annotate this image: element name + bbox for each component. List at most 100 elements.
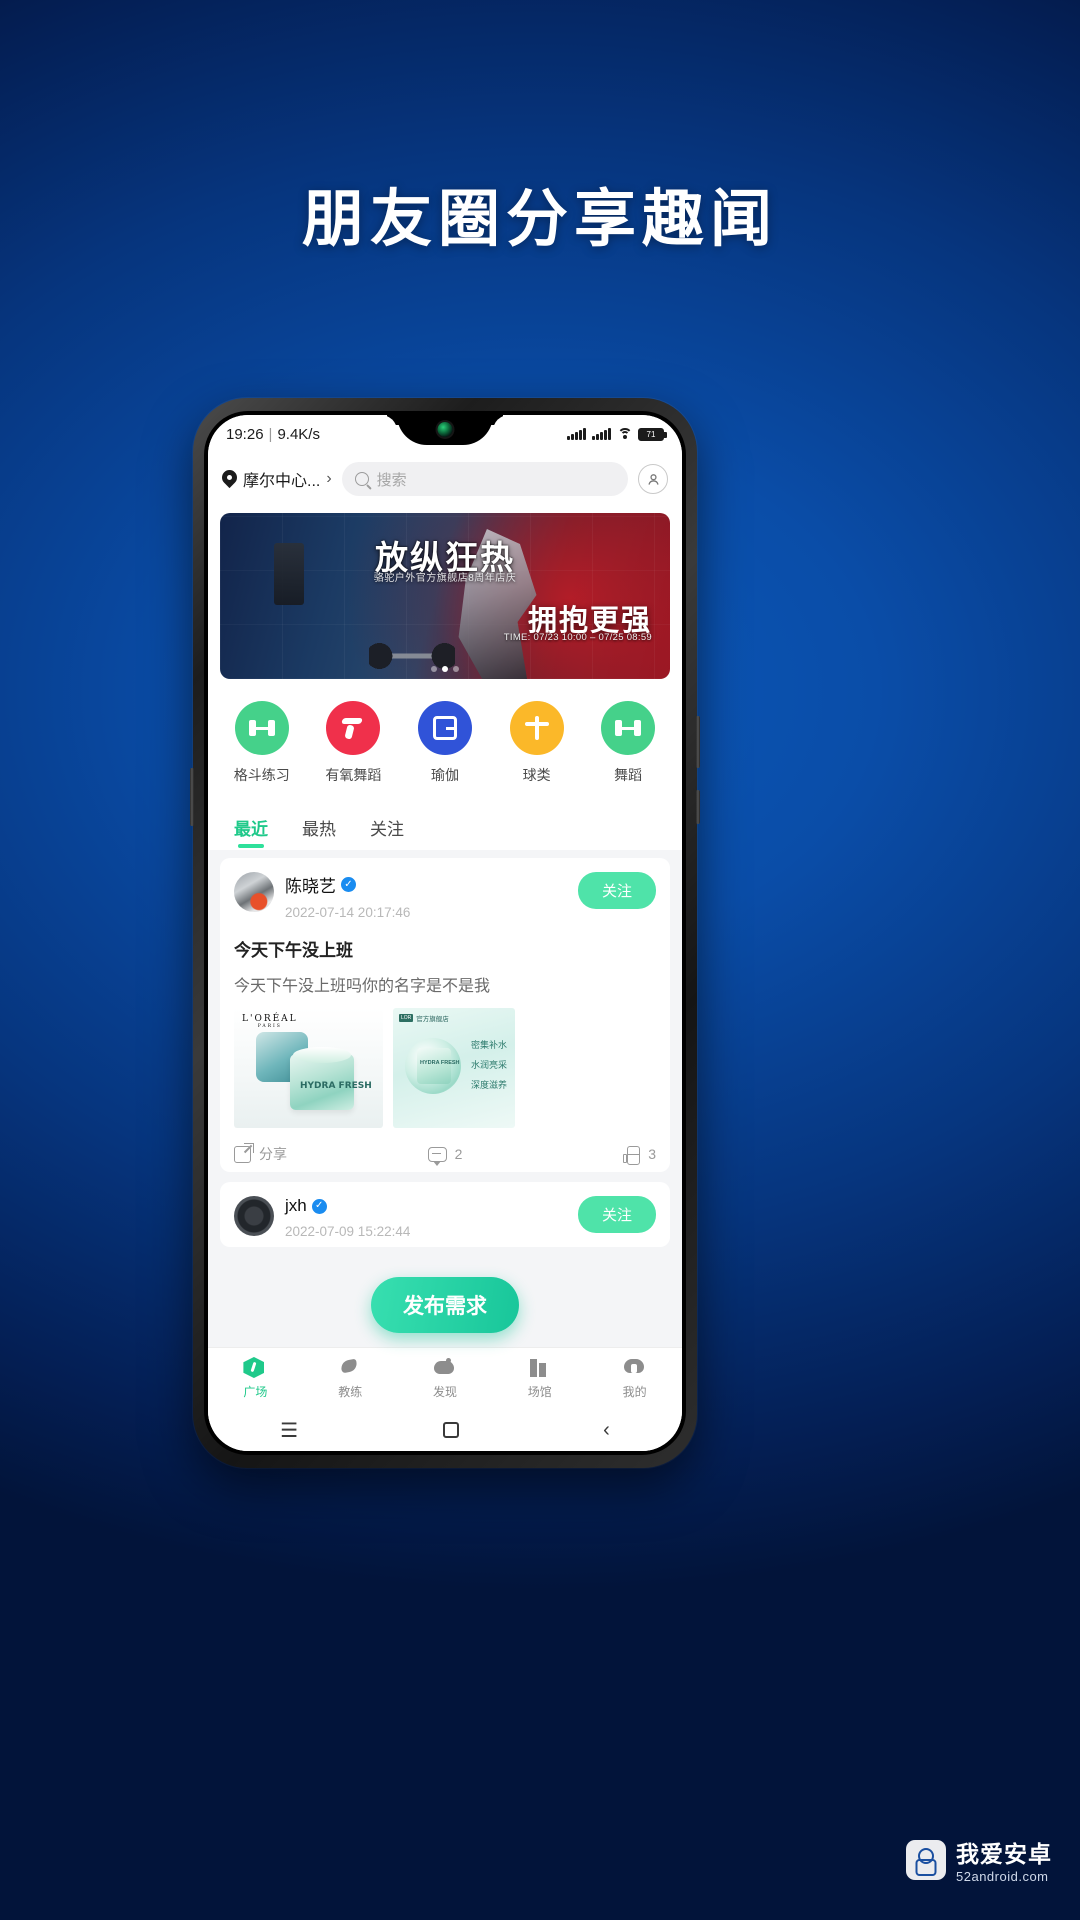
nav-item-profile[interactable]: 我的 — [587, 1357, 682, 1400]
menu-icon[interactable]: ☰ — [280, 1418, 298, 1443]
post-author-block: 陈晓艺 ✓ 2022-07-14 20:17:46 — [285, 872, 567, 920]
nav-label-coach: 教练 — [338, 1385, 363, 1399]
search-input[interactable]: 搜索 — [341, 462, 628, 496]
location-pin-icon — [222, 470, 237, 489]
wifi-icon — [617, 428, 632, 440]
author-name[interactable]: 陈晓艺 — [285, 872, 336, 897]
category-item-3[interactable]: 球类 — [491, 701, 583, 785]
android-robot-icon — [906, 1839, 946, 1880]
home-square-icon[interactable] — [442, 1422, 459, 1438]
location-name: 摩尔中心... — [243, 473, 321, 490]
system-navigation-bar: ☰ ‹ — [208, 1409, 682, 1451]
category-label-1: 有氧舞蹈 — [325, 767, 382, 783]
volume-button[interactable] — [696, 790, 700, 824]
share-label: 分享 — [259, 1146, 287, 1162]
nav-label-plaza: 广场 — [243, 1385, 268, 1399]
tab-following[interactable]: 关注 — [370, 815, 404, 850]
watermark-line-1: 我爱安卓 — [956, 1841, 1052, 1867]
comment-icon — [427, 1146, 447, 1166]
tab-recent[interactable]: 最近 — [234, 815, 268, 850]
status-left-group: 19:26 | 9.4K/s — [226, 426, 320, 443]
nav-item-discover[interactable]: 发现 — [398, 1357, 493, 1400]
profile-avatar-button[interactable] — [638, 464, 668, 494]
phone-bezel: 19:26 | 9.4K/s 71 摩尔中心... › 搜索 放纵狂热 骆驼户外… — [204, 411, 686, 1455]
category-item-2[interactable]: 瑜伽 — [399, 701, 491, 785]
watermark: 我爱安卓 52android.com — [906, 1835, 1052, 1884]
profile-icon — [623, 1357, 647, 1379]
exercise-bike-icon — [326, 701, 381, 755]
nav-item-plaza[interactable]: 广场 — [208, 1357, 303, 1400]
avatar-2[interactable] — [234, 1196, 274, 1236]
tab-hottest[interactable]: 最热 — [302, 815, 336, 850]
carousel-dot[interactable] — [453, 666, 459, 672]
category-label-0: 格斗练习 — [233, 767, 290, 783]
dumbbell-icon-2 — [601, 701, 656, 755]
product-name-overlay-2: HYDRA FRESH — [420, 1060, 460, 1066]
status-time: 19:26 — [226, 425, 264, 443]
plaza-icon — [243, 1357, 267, 1379]
post-body: 今天下午没上班吗你的名字是不是我 — [234, 978, 491, 995]
product-name-overlay: HYDRA FRESH — [300, 1081, 372, 1091]
battery-icon: 71 — [638, 427, 667, 441]
post-image-2[interactable]: LOR 官方旗舰店 HYDRA FRESH 密集补水 水润亮采 深度滋养 — [393, 1008, 515, 1128]
verified-badge-icon: ✓ — [341, 877, 356, 892]
post-image-1[interactable]: L'ORÉAL PARIS HYDRA FRESH — [234, 1008, 383, 1128]
feed-post-card[interactable]: 陈晓艺 ✓ 2022-07-14 20:17:46 关注 今天下午没上班 今天下… — [220, 858, 670, 1172]
nav-item-venue[interactable]: 场馆 — [492, 1357, 587, 1400]
post-images: L'ORÉAL PARIS HYDRA FRESH LOR 官方旗舰店 HYDR… — [234, 1008, 656, 1128]
category-item-0[interactable]: 格斗练习 — [216, 701, 308, 785]
verified-badge-icon-2: ✓ — [311, 1198, 327, 1214]
publish-demand-button[interactable]: 发布需求 — [371, 1277, 519, 1333]
follow-button[interactable]: 关注 — [577, 872, 656, 909]
feed-post-card-2[interactable]: jxh ✓ 2022-07-09 15:22:44 关注 — [220, 1182, 670, 1247]
chevron-right-icon: › — [326, 470, 332, 487]
category-label-4: 舞蹈 — [614, 767, 643, 783]
status-network-speed: 9.4K/s — [277, 425, 320, 443]
category-item-1[interactable]: 有氧舞蹈 — [308, 701, 400, 785]
location-selector[interactable]: 摩尔中心... › — [222, 467, 332, 491]
category-item-4[interactable]: 舞蹈 — [582, 701, 674, 785]
search-placeholder: 搜索 — [376, 471, 407, 489]
post-timestamp-2: 2022-07-09 15:22:44 — [285, 1224, 411, 1239]
banner-subtitle: 骆驼户外官方旗舰店8周年店庆 — [373, 573, 517, 584]
share-action[interactable]: 分享 — [234, 1144, 375, 1164]
post-header-2: jxh ✓ 2022-07-09 15:22:44 关注 — [234, 1196, 656, 1239]
carousel-dot-active[interactable] — [442, 666, 448, 672]
comment-action[interactable]: 2 — [375, 1146, 516, 1166]
back-icon[interactable]: ‹ — [603, 1419, 610, 1442]
user-avatar-icon — [647, 473, 659, 485]
feed-list: 陈晓艺 ✓ 2022-07-14 20:17:46 关注 今天下午没上班 今天下… — [208, 850, 682, 1247]
like-count: 3 — [648, 1146, 657, 1162]
author-name-row-2: jxh ✓ — [285, 1196, 567, 1216]
nav-item-coach[interactable]: 教练 — [303, 1357, 398, 1400]
post-action-bar: 分享 2 3 — [234, 1140, 657, 1166]
discover-icon — [433, 1357, 457, 1379]
author-name-row: 陈晓艺 ✓ — [285, 872, 567, 897]
loreal-brand-label: L'ORÉAL PARIS — [242, 1014, 298, 1029]
comment-count: 2 — [454, 1146, 463, 1162]
category-row: 格斗练习 有氧舞蹈 瑜伽 球类 舞蹈 — [208, 679, 682, 805]
signal-bars-icon — [567, 428, 587, 440]
carousel-dot[interactable] — [431, 666, 437, 672]
avatar[interactable] — [234, 872, 274, 912]
like-action[interactable]: 3 — [515, 1145, 657, 1165]
phone-device-frame: 19:26 | 9.4K/s 71 摩尔中心... › 搜索 放纵狂热 骆驼户外… — [190, 398, 700, 1468]
follow-button-2[interactable]: 关注 — [577, 1196, 656, 1233]
phone-screen: 19:26 | 9.4K/s 71 摩尔中心... › 搜索 放纵狂热 骆驼户外… — [208, 415, 682, 1451]
power-button[interactable] — [696, 716, 700, 768]
post-timestamp: 2022-07-14 20:17:46 — [285, 905, 411, 920]
product-bullet-2: 水润亮采 — [470, 1060, 507, 1070]
share-icon — [234, 1145, 251, 1163]
post-author-block-2: jxh ✓ 2022-07-09 15:22:44 — [285, 1196, 567, 1239]
promo-banner[interactable]: 放纵狂热 骆驼户外官方旗舰店8周年店庆 拥抱更强 TIME: 07/23 10:… — [220, 513, 670, 679]
banner-carousel-dots[interactable] — [431, 666, 459, 672]
author-name-2[interactable]: jxh — [285, 1196, 307, 1216]
dumbbell-icon — [234, 701, 289, 755]
left-side-button[interactable] — [190, 768, 194, 826]
watermark-text: 我爱安卓 52android.com — [956, 1835, 1052, 1884]
category-label-2: 瑜伽 — [430, 767, 459, 783]
product-bullet-3: 深度滋养 — [470, 1080, 507, 1090]
content-scroll-area[interactable]: 放纵狂热 骆驼户外官方旗舰店8周年店庆 拥抱更强 TIME: 07/23 10:… — [208, 509, 682, 1347]
status-bar: 19:26 | 9.4K/s 71 — [208, 415, 682, 453]
signal-bars-icon-2 — [592, 428, 611, 440]
